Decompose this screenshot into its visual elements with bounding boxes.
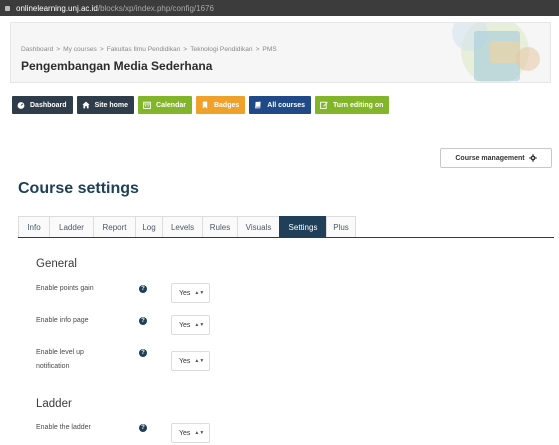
site-home-button-label: Site home bbox=[94, 101, 129, 109]
site-home-button[interactable]: Site home bbox=[76, 96, 135, 114]
tab-ladder[interactable]: Ladder bbox=[49, 216, 94, 237]
help-icon[interactable]: ? bbox=[139, 424, 147, 432]
dashboard-button-label: Dashboard bbox=[30, 101, 67, 109]
course-management-button[interactable]: Course management bbox=[440, 148, 552, 168]
tab-rules[interactable]: Rules bbox=[202, 216, 238, 237]
breadcrumb-separator: > bbox=[99, 46, 104, 53]
tab-levels[interactable]: Levels bbox=[162, 216, 203, 237]
breadcrumb-separator: > bbox=[56, 46, 61, 53]
enable-level-up-notification-select[interactable]: Yes ▲▼ bbox=[171, 351, 210, 371]
enable-points-gain-value: Yes bbox=[179, 289, 191, 297]
all-courses-button-label: All courses bbox=[267, 101, 306, 109]
select-arrows-icon: ▲▼ bbox=[194, 430, 205, 436]
enable-the-ladder-select[interactable]: Yes ▲▼ bbox=[171, 423, 210, 443]
badges-button-label: Badges bbox=[213, 101, 240, 109]
calendar-button-label: Calendar bbox=[156, 101, 186, 109]
help-icon[interactable]: ? bbox=[139, 285, 147, 293]
calendar-icon bbox=[143, 101, 151, 109]
breadcrumb-department[interactable]: Teknologi Pendidikan bbox=[190, 46, 252, 53]
edit-icon bbox=[320, 101, 328, 109]
url-path: /blocks/xp/index.php/config/1676 bbox=[97, 3, 214, 13]
course-title: Pengembangan Media Sederhana bbox=[21, 59, 213, 73]
tab-plus[interactable]: Plus bbox=[326, 216, 356, 237]
enable-info-page-value: Yes bbox=[179, 321, 191, 329]
turn-editing-on-button[interactable]: Turn editing on bbox=[315, 96, 390, 114]
tab-visuals[interactable]: Visuals bbox=[237, 216, 280, 237]
calendar-button[interactable]: Calendar bbox=[138, 96, 192, 114]
header-illustration bbox=[452, 23, 540, 82]
settings-tabs: Info Ladder Report Log Levels Rules Visu… bbox=[18, 216, 554, 238]
enable-level-up-notification-label: Enable level up notification bbox=[36, 349, 84, 370]
breadcrumb: Dashboard > My courses > Fakultas Ilmu Pendi… bbox=[21, 46, 277, 53]
turn-editing-on-button-label: Turn editing on bbox=[333, 101, 384, 109]
breadcrumb-separator: > bbox=[183, 46, 188, 53]
enable-the-ladder-label: Enable the ladder bbox=[36, 424, 91, 431]
help-icon[interactable]: ? bbox=[139, 349, 147, 357]
select-arrows-icon: ▲▼ bbox=[194, 290, 205, 296]
breadcrumb-my-courses[interactable]: My courses bbox=[63, 46, 97, 53]
enable-points-gain-select[interactable]: Yes ▲▼ bbox=[171, 283, 210, 303]
enable-points-gain-label: Enable points gain bbox=[36, 285, 94, 292]
breadcrumb-course[interactable]: PMS bbox=[262, 46, 276, 53]
help-icon[interactable]: ? bbox=[139, 317, 147, 325]
select-arrows-icon: ▲▼ bbox=[194, 358, 205, 364]
tab-log[interactable]: Log bbox=[135, 216, 163, 237]
enable-info-page-select[interactable]: Yes ▲▼ bbox=[171, 315, 210, 335]
select-arrows-icon: ▲▼ bbox=[194, 322, 205, 328]
course-nav-buttons: Dashboard Site home Calendar Badges All … bbox=[12, 96, 390, 114]
badges-button[interactable]: Badges bbox=[195, 96, 246, 114]
dashboard-button[interactable]: Dashboard bbox=[12, 96, 73, 114]
page-title: Course settings bbox=[18, 180, 139, 197]
course-management-label: Course management bbox=[455, 154, 525, 162]
section-ladder-title: Ladder bbox=[36, 398, 72, 410]
tab-info[interactable]: Info bbox=[18, 216, 50, 237]
enable-level-up-notification-value: Yes bbox=[179, 357, 191, 365]
course-header: Dashboard > My courses > Fakultas Ilmu Pendi… bbox=[10, 22, 551, 83]
book-icon bbox=[255, 101, 261, 109]
breadcrumb-faculty[interactable]: Fakultas Ilmu Pendidikan bbox=[107, 46, 181, 53]
bookmark-icon bbox=[202, 101, 208, 109]
lock-icon bbox=[5, 5, 10, 11]
gear-icon bbox=[528, 154, 537, 162]
enable-the-ladder-value: Yes bbox=[179, 429, 191, 437]
breadcrumb-separator: > bbox=[255, 46, 260, 53]
tab-settings[interactable]: Settings bbox=[279, 216, 327, 237]
home-icon bbox=[81, 101, 90, 109]
enable-info-page-label: Enable info page bbox=[36, 317, 89, 324]
tab-report[interactable]: Report bbox=[93, 216, 136, 237]
breadcrumb-dashboard[interactable]: Dashboard bbox=[21, 46, 53, 53]
dashboard-icon bbox=[17, 102, 25, 109]
section-general-title: General bbox=[36, 258, 77, 270]
browser-url-bar[interactable]: onlinelearning.unj.ac.id /blocks/xp/inde… bbox=[0, 0, 559, 16]
all-courses-button[interactable]: All courses bbox=[249, 96, 312, 114]
url-host: onlinelearning.unj.ac.id bbox=[16, 3, 98, 13]
